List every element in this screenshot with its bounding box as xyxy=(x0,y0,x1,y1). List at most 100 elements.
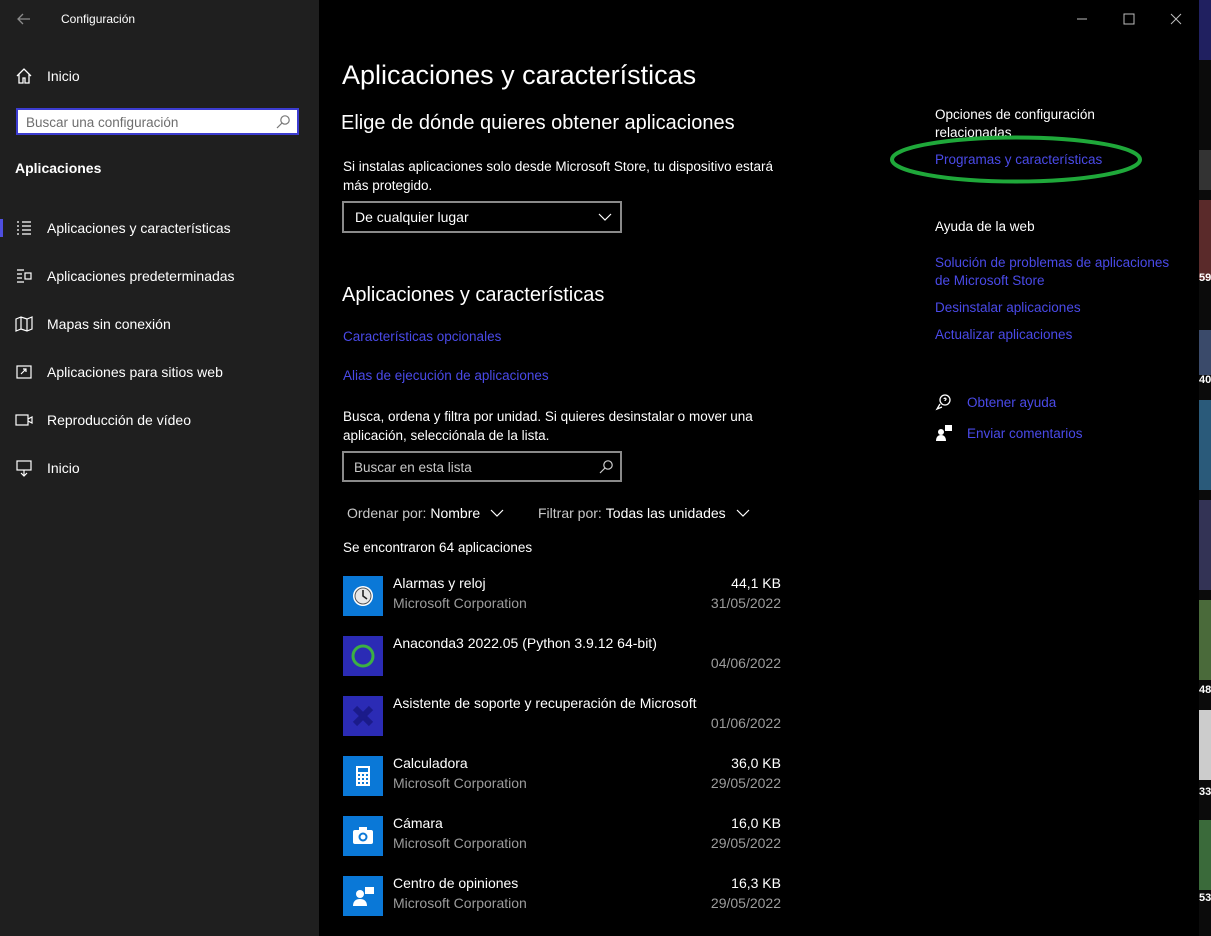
chevron-down-icon xyxy=(490,506,504,520)
sort-dropdown[interactable]: Ordenar por: Nombre xyxy=(347,505,504,521)
app-date: 29/05/2022 xyxy=(710,895,781,911)
app-size: 36,0 KB xyxy=(731,755,781,771)
sidebar-item-label: Reproducción de vídeo xyxy=(47,412,191,428)
video-icon xyxy=(15,411,33,429)
annotation-ellipse xyxy=(890,135,1142,184)
app-date: 31/05/2022 xyxy=(710,595,781,611)
close-button[interactable] xyxy=(1166,10,1186,28)
chevron-down-icon xyxy=(598,210,612,224)
web-apps-icon xyxy=(15,363,33,381)
sidebar-item-label: Mapas sin conexión xyxy=(47,316,171,332)
active-indicator xyxy=(0,219,3,237)
filter-prefix: Filtrar por: xyxy=(538,505,602,521)
sort-prefix: Ordenar por: xyxy=(347,505,427,521)
sidebar-home[interactable]: Inicio xyxy=(14,66,80,86)
app-list-item[interactable]: Centro de opiniones Microsoft Corporatio… xyxy=(343,875,783,918)
app-list-item[interactable]: Asistente de soporte y recuperación de M… xyxy=(343,695,783,738)
web-help-heading: Ayuda de la web xyxy=(935,219,1035,234)
optional-features-link[interactable]: Características opcionales xyxy=(343,329,501,344)
app-list-search-input[interactable] xyxy=(354,459,584,475)
app-source-dropdown[interactable]: De cualquier lugar xyxy=(342,201,622,233)
sidebar-item-label: Inicio xyxy=(47,460,80,476)
search-description: Busca, ordena y filtra por unidad. Si qu… xyxy=(343,409,753,443)
app-date: 29/05/2022 xyxy=(710,835,781,851)
app-name: Alarmas y reloj xyxy=(393,575,486,591)
settings-search-input[interactable] xyxy=(26,113,266,131)
app-list-item[interactable]: Cámara Microsoft Corporation 16,0 KB 29/… xyxy=(343,815,783,858)
app-publisher: Microsoft Corporation xyxy=(393,835,527,851)
app-name: Calculadora xyxy=(393,755,468,771)
edge-label: 33 xyxy=(1199,786,1211,798)
startup-icon xyxy=(15,459,33,477)
default-apps-icon xyxy=(15,267,33,285)
background-window-edge: 59 40 48 33 53 xyxy=(1199,0,1211,936)
maximize-button[interactable] xyxy=(1119,10,1139,28)
troubleshoot-store-apps-link[interactable]: Solución de problemas de aplicaciones de… xyxy=(935,254,1185,290)
back-arrow-icon[interactable] xyxy=(14,9,34,29)
app-publisher: Microsoft Corporation xyxy=(393,895,527,911)
search-icon[interactable] xyxy=(598,459,614,475)
send-feedback-link[interactable]: Enviar comentarios xyxy=(935,423,1083,443)
source-description: Si instalas aplicaciones solo desde Micr… xyxy=(343,159,773,193)
edge-label: 48 xyxy=(1199,684,1211,696)
feedback-icon xyxy=(935,424,953,442)
support-assistant-icon xyxy=(343,696,383,736)
app-date: 01/06/2022 xyxy=(710,715,781,731)
app-name: Cámara xyxy=(393,815,443,831)
app-publisher: Microsoft Corporation xyxy=(393,775,527,791)
sidebar-home-label: Inicio xyxy=(47,68,80,84)
main-content: Aplicaciones y características Elige de … xyxy=(319,0,1199,936)
alarm-clock-icon xyxy=(343,576,383,616)
app-source-value: De cualquier lugar xyxy=(355,209,469,225)
sidebar-item-label: Aplicaciones para sitios web xyxy=(47,364,223,380)
app-list-search[interactable] xyxy=(342,451,622,482)
uninstall-apps-link[interactable]: Desinstalar aplicaciones xyxy=(935,299,1185,317)
map-icon xyxy=(15,315,33,333)
app-date: 29/05/2022 xyxy=(710,775,781,791)
minimize-button[interactable] xyxy=(1072,10,1092,28)
sidebar-item-label: Aplicaciones y características xyxy=(47,220,231,236)
app-execution-alias-link[interactable]: Alias de ejecución de aplicaciones xyxy=(343,368,549,383)
sidebar-item-apps-features[interactable]: Aplicaciones y características xyxy=(0,211,319,245)
get-help-link[interactable]: Obtener ayuda xyxy=(935,392,1056,412)
app-size: 16,0 KB xyxy=(731,815,781,831)
filter-value: Todas las unidades xyxy=(605,505,726,521)
settings-search[interactable] xyxy=(16,108,299,135)
sidebar-item-default-apps[interactable]: Aplicaciones predeterminadas xyxy=(0,259,319,293)
send-feedback-label: Enviar comentarios xyxy=(967,425,1083,441)
calculator-icon xyxy=(343,756,383,796)
get-help-label: Obtener ayuda xyxy=(967,394,1057,410)
sort-value: Nombre xyxy=(430,505,481,521)
chevron-down-icon xyxy=(736,506,750,520)
update-apps-link[interactable]: Actualizar aplicaciones xyxy=(935,326,1185,344)
anaconda-icon xyxy=(343,636,383,676)
app-name: Asistente de soporte y recuperación de M… xyxy=(393,695,697,711)
edge-label: 53 xyxy=(1199,892,1211,904)
sidebar-item-offline-maps[interactable]: Mapas sin conexión xyxy=(0,307,319,341)
edge-label: 59 xyxy=(1199,272,1211,284)
camera-icon xyxy=(343,816,383,856)
list-icon xyxy=(15,219,33,237)
app-count: Se encontraron 64 aplicaciones xyxy=(343,540,533,555)
sidebar-item-web-apps[interactable]: Aplicaciones para sitios web xyxy=(0,355,319,389)
sidebar-item-label: Aplicaciones predeterminadas xyxy=(47,268,235,284)
app-list-item[interactable]: Calculadora Microsoft Corporation 36,0 K… xyxy=(343,755,783,798)
apps-heading: Aplicaciones y características xyxy=(342,284,605,306)
sidebar-item-video-playback[interactable]: Reproducción de vídeo xyxy=(0,403,319,437)
help-chat-icon xyxy=(935,393,953,411)
feedback-hub-icon xyxy=(343,876,383,916)
sidebar-item-startup[interactable]: Inicio xyxy=(0,451,319,485)
app-name: Centro de opiniones xyxy=(393,875,519,891)
app-name: Anaconda3 2022.05 (Python 3.9.12 64-bit) xyxy=(393,635,657,651)
app-size: 16,3 KB xyxy=(731,875,781,891)
app-publisher: Microsoft Corporation xyxy=(393,595,527,611)
page-title: Aplicaciones y características xyxy=(342,60,697,90)
source-heading: Elige de dónde quieres obtener aplicacio… xyxy=(341,112,735,134)
sidebar-section-title: Aplicaciones xyxy=(15,160,102,176)
filter-dropdown[interactable]: Filtrar por: Todas las unidades xyxy=(538,505,750,521)
app-list-item[interactable]: Anaconda3 2022.05 (Python 3.9.12 64-bit)… xyxy=(343,635,783,678)
search-icon[interactable] xyxy=(275,114,291,130)
app-list-item[interactable]: Alarmas y reloj Microsoft Corporation 44… xyxy=(343,575,783,618)
app-size: 44,1 KB xyxy=(731,575,781,591)
sidebar: Configuración Inicio Aplicaciones Aplica… xyxy=(0,0,319,936)
